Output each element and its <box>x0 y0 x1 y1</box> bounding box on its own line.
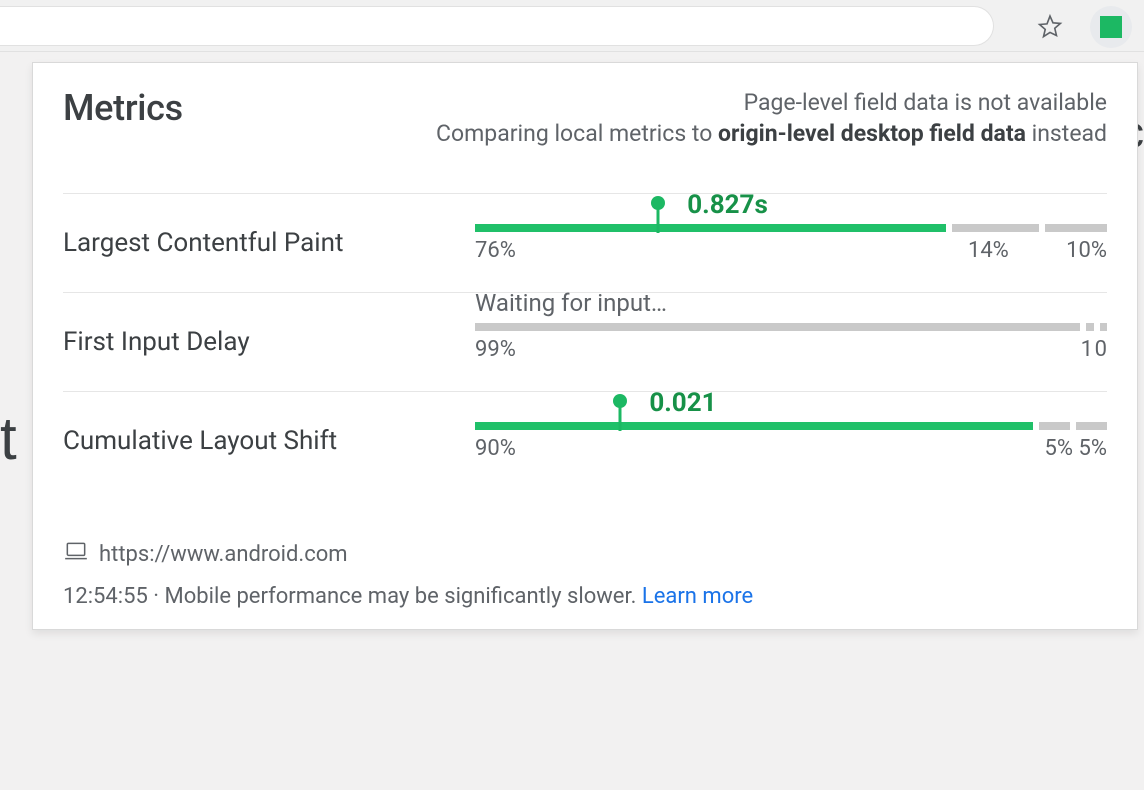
bar-segment-good <box>475 422 1033 430</box>
distribution-bar <box>475 422 1107 430</box>
marker-dot <box>613 394 627 408</box>
notice-line1: Page-level field data is not available <box>436 87 1107 118</box>
metric-visual: 0.021 90% 5% 5% <box>475 422 1107 460</box>
marker-stem <box>657 209 660 233</box>
metric-row-cls: Cumulative Layout Shift 0.021 90% 5% 5% <box>63 391 1107 490</box>
bar-segment-ni <box>952 224 1039 232</box>
perc-good: 90% <box>475 436 516 461</box>
perc-good: 99% <box>475 337 516 362</box>
learn-more-link[interactable]: Learn more <box>642 584 753 609</box>
perc-ni: 5% <box>1045 436 1073 461</box>
distribution-percents: 76% 14% 10% <box>475 238 1107 262</box>
bar-segment-ni <box>1039 422 1070 430</box>
perc-ni: 14% <box>968 238 1009 263</box>
metric-row-lcp: Largest Contentful Paint 0.827s 76% 14% … <box>63 193 1107 292</box>
timestamp: 12:54:55 <box>63 584 148 609</box>
bar-segment-good <box>475 224 946 232</box>
browser-toolbar <box>0 0 1144 52</box>
metric-label: First Input Delay <box>63 327 475 357</box>
footer-warning-row: 12:54:55 · Mobile performance may be sig… <box>63 584 1107 609</box>
perc-good: 76% <box>475 238 516 263</box>
bar-segment-poor <box>1045 224 1107 232</box>
metric-label: Largest Contentful Paint <box>63 228 475 258</box>
extension-status-square <box>1100 16 1122 38</box>
page-url: https://www.android.com <box>99 542 348 567</box>
distribution-bar <box>475 323 1107 331</box>
bookmark-star-icon[interactable] <box>1034 10 1066 42</box>
popup-title: Metrics <box>63 87 183 129</box>
metric-value: 0.021 <box>649 388 716 418</box>
perc-poor: 10% <box>1066 238 1107 263</box>
marker-dot <box>651 196 665 210</box>
notice-line2: Comparing local metrics to origin-level … <box>436 118 1107 149</box>
web-vitals-popup: Metrics Page-level field data is not ava… <box>32 62 1138 630</box>
waiting-text: Waiting for input… <box>475 289 667 317</box>
distribution-percents: 99% 1 0 <box>475 337 1107 361</box>
marker-stem <box>619 407 622 431</box>
metric-row-fid: First Input Delay Waiting for input… 99%… <box>63 292 1107 391</box>
popup-header: Metrics Page-level field data is not ava… <box>63 87 1107 149</box>
perc-ni: 1 <box>1081 337 1093 362</box>
field-data-notice: Page-level field data is not available C… <box>436 87 1107 149</box>
bar-segment-good <box>475 323 1080 331</box>
metric-visual: 0.827s 76% 14% 10% <box>475 224 1107 262</box>
footer-url-row: https://www.android.com <box>63 538 1107 570</box>
popup-footer: https://www.android.com 12:54:55 · Mobil… <box>63 538 1107 609</box>
distribution-bar <box>475 224 1107 232</box>
warning-text: Mobile performance may be significantly … <box>165 584 642 609</box>
web-vitals-extension-icon[interactable] <box>1090 6 1132 48</box>
metric-label: Cumulative Layout Shift <box>63 426 475 456</box>
distribution-percents: 90% 5% 5% <box>475 436 1107 460</box>
perc-poor: 5% <box>1079 436 1107 461</box>
metric-visual: Waiting for input… 99% 1 0 <box>475 323 1107 361</box>
perc-poor: 0 <box>1095 337 1107 362</box>
laptop-icon <box>63 538 89 570</box>
metric-value: 0.827s <box>687 190 768 220</box>
bar-segment-ni <box>1086 323 1093 331</box>
bar-segment-poor <box>1100 323 1107 331</box>
omnibox[interactable] <box>0 6 994 46</box>
bar-segment-poor <box>1076 422 1107 430</box>
background-page-fragment: t <box>0 404 17 473</box>
